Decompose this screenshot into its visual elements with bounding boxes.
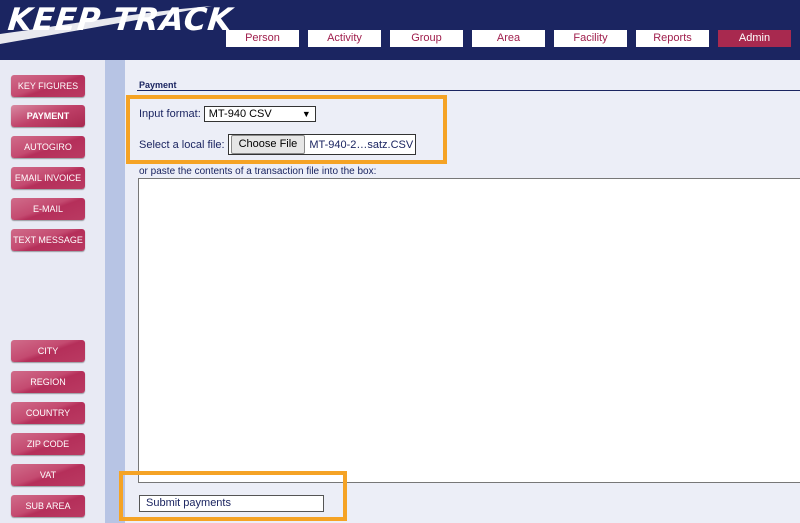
nav-reports[interactable]: Reports: [636, 30, 709, 47]
nav-area[interactable]: Area: [472, 30, 545, 47]
highlight-box-file-input: [126, 95, 447, 164]
sidebar-rail: [105, 60, 125, 523]
sidebar-item-sub-area[interactable]: SUB AREA: [11, 495, 85, 517]
sidebar-item-zip-code[interactable]: ZIP CODE: [11, 433, 85, 455]
transaction-textarea[interactable]: [138, 178, 800, 483]
nav-facility[interactable]: Facility: [554, 30, 627, 47]
sidebar-item-payment[interactable]: PAYMENT: [11, 105, 85, 127]
nav-group[interactable]: Group: [390, 30, 463, 47]
main-nav: Person Activity Group Area Facility Repo…: [226, 30, 800, 47]
sidebar-item-region[interactable]: REGION: [11, 371, 85, 393]
sidebar: KEY FIGURES PAYMENT AUTOGIRO EMAIL INVOI…: [0, 60, 105, 523]
sidebar-item-key-figures[interactable]: KEY FIGURES: [11, 75, 85, 97]
highlight-box-submit: [119, 471, 347, 521]
top-bar: KEEP TRACK Person Activity Group Area Fa…: [0, 0, 800, 60]
nav-activity[interactable]: Activity: [308, 30, 381, 47]
sidebar-item-country[interactable]: COUNTRY: [11, 402, 85, 424]
sidebar-item-vat[interactable]: VAT: [11, 464, 85, 486]
paste-label: or paste the contents of a transaction f…: [139, 166, 377, 177]
sidebar-item-email-invoice[interactable]: EMAIL INVOICE: [11, 167, 85, 189]
sidebar-item-city[interactable]: CITY: [11, 340, 85, 362]
sidebar-item-autogiro[interactable]: AUTOGIRO: [11, 136, 85, 158]
sidebar-item-e-mail[interactable]: E-MAIL: [11, 198, 85, 220]
title-divider: [137, 90, 800, 91]
sidebar-item-text-message[interactable]: TEXT MESSAGE: [11, 229, 85, 251]
nav-person[interactable]: Person: [226, 30, 299, 47]
page-title: Payment: [139, 80, 177, 90]
nav-admin[interactable]: Admin: [718, 30, 791, 47]
app-logo[interactable]: KEEP TRACK: [6, 2, 235, 38]
